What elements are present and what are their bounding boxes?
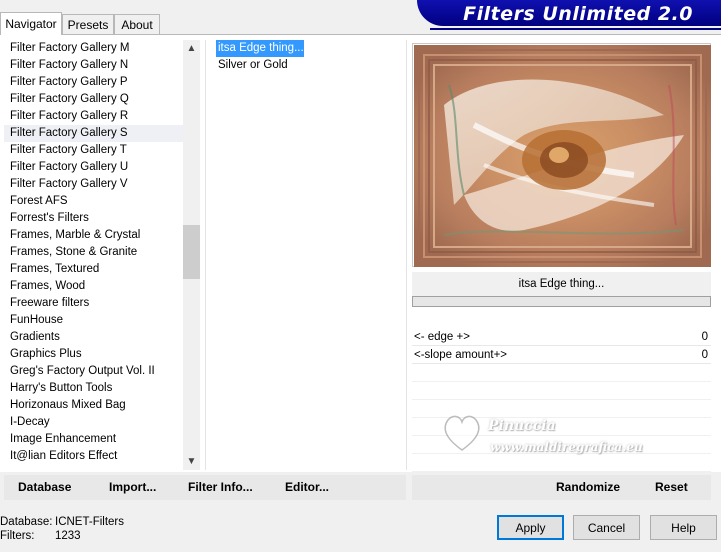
watermark-site: www.maldiregrafica.eu	[490, 440, 643, 454]
category-item[interactable]: I-Decay	[4, 414, 183, 431]
filter-list[interactable]: itsa Edge thing... Silver or Gold	[216, 40, 404, 74]
title-underline	[430, 28, 721, 30]
reset-button[interactable]: Reset	[655, 475, 688, 500]
category-item[interactable]: Frames, Textured	[4, 261, 183, 278]
param-value[interactable]: 0	[702, 328, 708, 346]
category-item[interactable]: Filter Factory Gallery U	[4, 159, 183, 176]
current-filter-name: itsa Edge thing...	[412, 272, 711, 296]
watermark-name: Pinuccia	[488, 418, 556, 434]
filters-value: 1233	[55, 530, 81, 542]
editor-button[interactable]: Editor...	[285, 475, 329, 500]
cancel-button[interactable]: Cancel	[573, 515, 640, 540]
category-item[interactable]: Frames, Stone & Granite	[4, 244, 183, 261]
param-row-empty	[412, 382, 711, 400]
preview-image	[414, 45, 711, 267]
filter-item[interactable]: Silver or Gold	[216, 57, 288, 74]
param-row-empty	[412, 364, 711, 382]
category-item[interactable]: Filter Factory Gallery S	[4, 125, 183, 142]
filter-item-selected[interactable]: itsa Edge thing...	[216, 40, 304, 57]
category-item[interactable]: Filter Factory Gallery N	[4, 57, 183, 74]
param-label: <- edge +>	[414, 331, 470, 343]
heart-logo-icon	[444, 415, 480, 451]
preview-box	[412, 43, 711, 267]
parameter-toolbar: Randomize Reset	[412, 475, 711, 500]
category-item[interactable]: It@lian Editors Effect	[4, 448, 183, 465]
category-item[interactable]: Greg's Factory Output Vol. II	[4, 363, 183, 380]
watermark: Pinuccia www.maldiregrafica.eu	[440, 410, 660, 470]
category-list[interactable]: Filter Factory Gallery M Filter Factory G…	[4, 40, 183, 470]
category-item[interactable]: Frames, Wood	[4, 278, 183, 295]
status-filters: Filters: 1233	[0, 530, 81, 542]
column-divider	[406, 40, 407, 470]
category-item[interactable]: Horizonaus Mixed Bag	[4, 397, 183, 414]
param-value[interactable]: 0	[702, 346, 708, 364]
param-label: <-slope amount+>	[414, 349, 508, 361]
import-button[interactable]: Import...	[109, 475, 156, 500]
category-item[interactable]: Gradients	[4, 329, 183, 346]
category-item[interactable]: Filter Factory Gallery Q	[4, 91, 183, 108]
database-button[interactable]: Database	[18, 475, 71, 500]
category-item[interactable]: Filter Factory Gallery P	[4, 74, 183, 91]
scroll-thumb[interactable]	[183, 225, 200, 279]
apply-button[interactable]: Apply	[497, 515, 564, 540]
randomize-button[interactable]: Randomize	[556, 475, 620, 500]
category-item[interactable]: FunHouse	[4, 312, 183, 329]
help-button[interactable]: Help	[650, 515, 717, 540]
scroll-down-icon[interactable]: ▼	[183, 453, 200, 470]
category-item[interactable]: Filter Factory Gallery M	[4, 40, 183, 57]
category-item[interactable]: Filter Factory Gallery T	[4, 142, 183, 159]
database-value: ICNET-Filters	[55, 516, 124, 528]
category-item[interactable]: Filter Factory Gallery R	[4, 108, 183, 125]
app-title: Filters Unlimited 2.0	[463, 3, 693, 25]
category-item[interactable]: Forrest's Filters	[4, 210, 183, 227]
category-item[interactable]: Filter Factory Gallery V	[4, 176, 183, 193]
scroll-up-icon[interactable]: ▲	[183, 40, 200, 57]
category-item[interactable]: Freeware filters	[4, 295, 183, 312]
tab-about[interactable]: About	[114, 14, 160, 34]
category-item[interactable]: Forest AFS	[4, 193, 183, 210]
tab-navigator[interactable]: Navigator	[0, 12, 62, 35]
tab-presets[interactable]: Presets	[62, 14, 114, 34]
category-item[interactable]: Image Enhancement	[4, 431, 183, 448]
filters-label: Filters:	[0, 530, 35, 542]
category-scrollbar[interactable]: ▲ ▼	[183, 40, 200, 470]
category-item[interactable]: Harry's Button Tools	[4, 380, 183, 397]
database-label: Database:	[0, 516, 53, 528]
filter-info-button[interactable]: Filter Info...	[188, 475, 253, 500]
column-divider	[205, 40, 206, 470]
category-item[interactable]: Frames, Marble & Crystal	[4, 227, 183, 244]
progress-bar	[412, 296, 711, 307]
param-row-slope[interactable]: <-slope amount+> 0	[412, 346, 711, 364]
navigator-toolbar: Database Import... Filter Info... Editor…	[4, 475, 406, 500]
param-row-edge[interactable]: <- edge +> 0	[412, 328, 711, 346]
title-banner: Filters Unlimited 2.0	[417, 0, 721, 26]
category-item[interactable]: Graphics Plus	[4, 346, 183, 363]
status-database: Database: ICNET-Filters	[0, 516, 124, 528]
